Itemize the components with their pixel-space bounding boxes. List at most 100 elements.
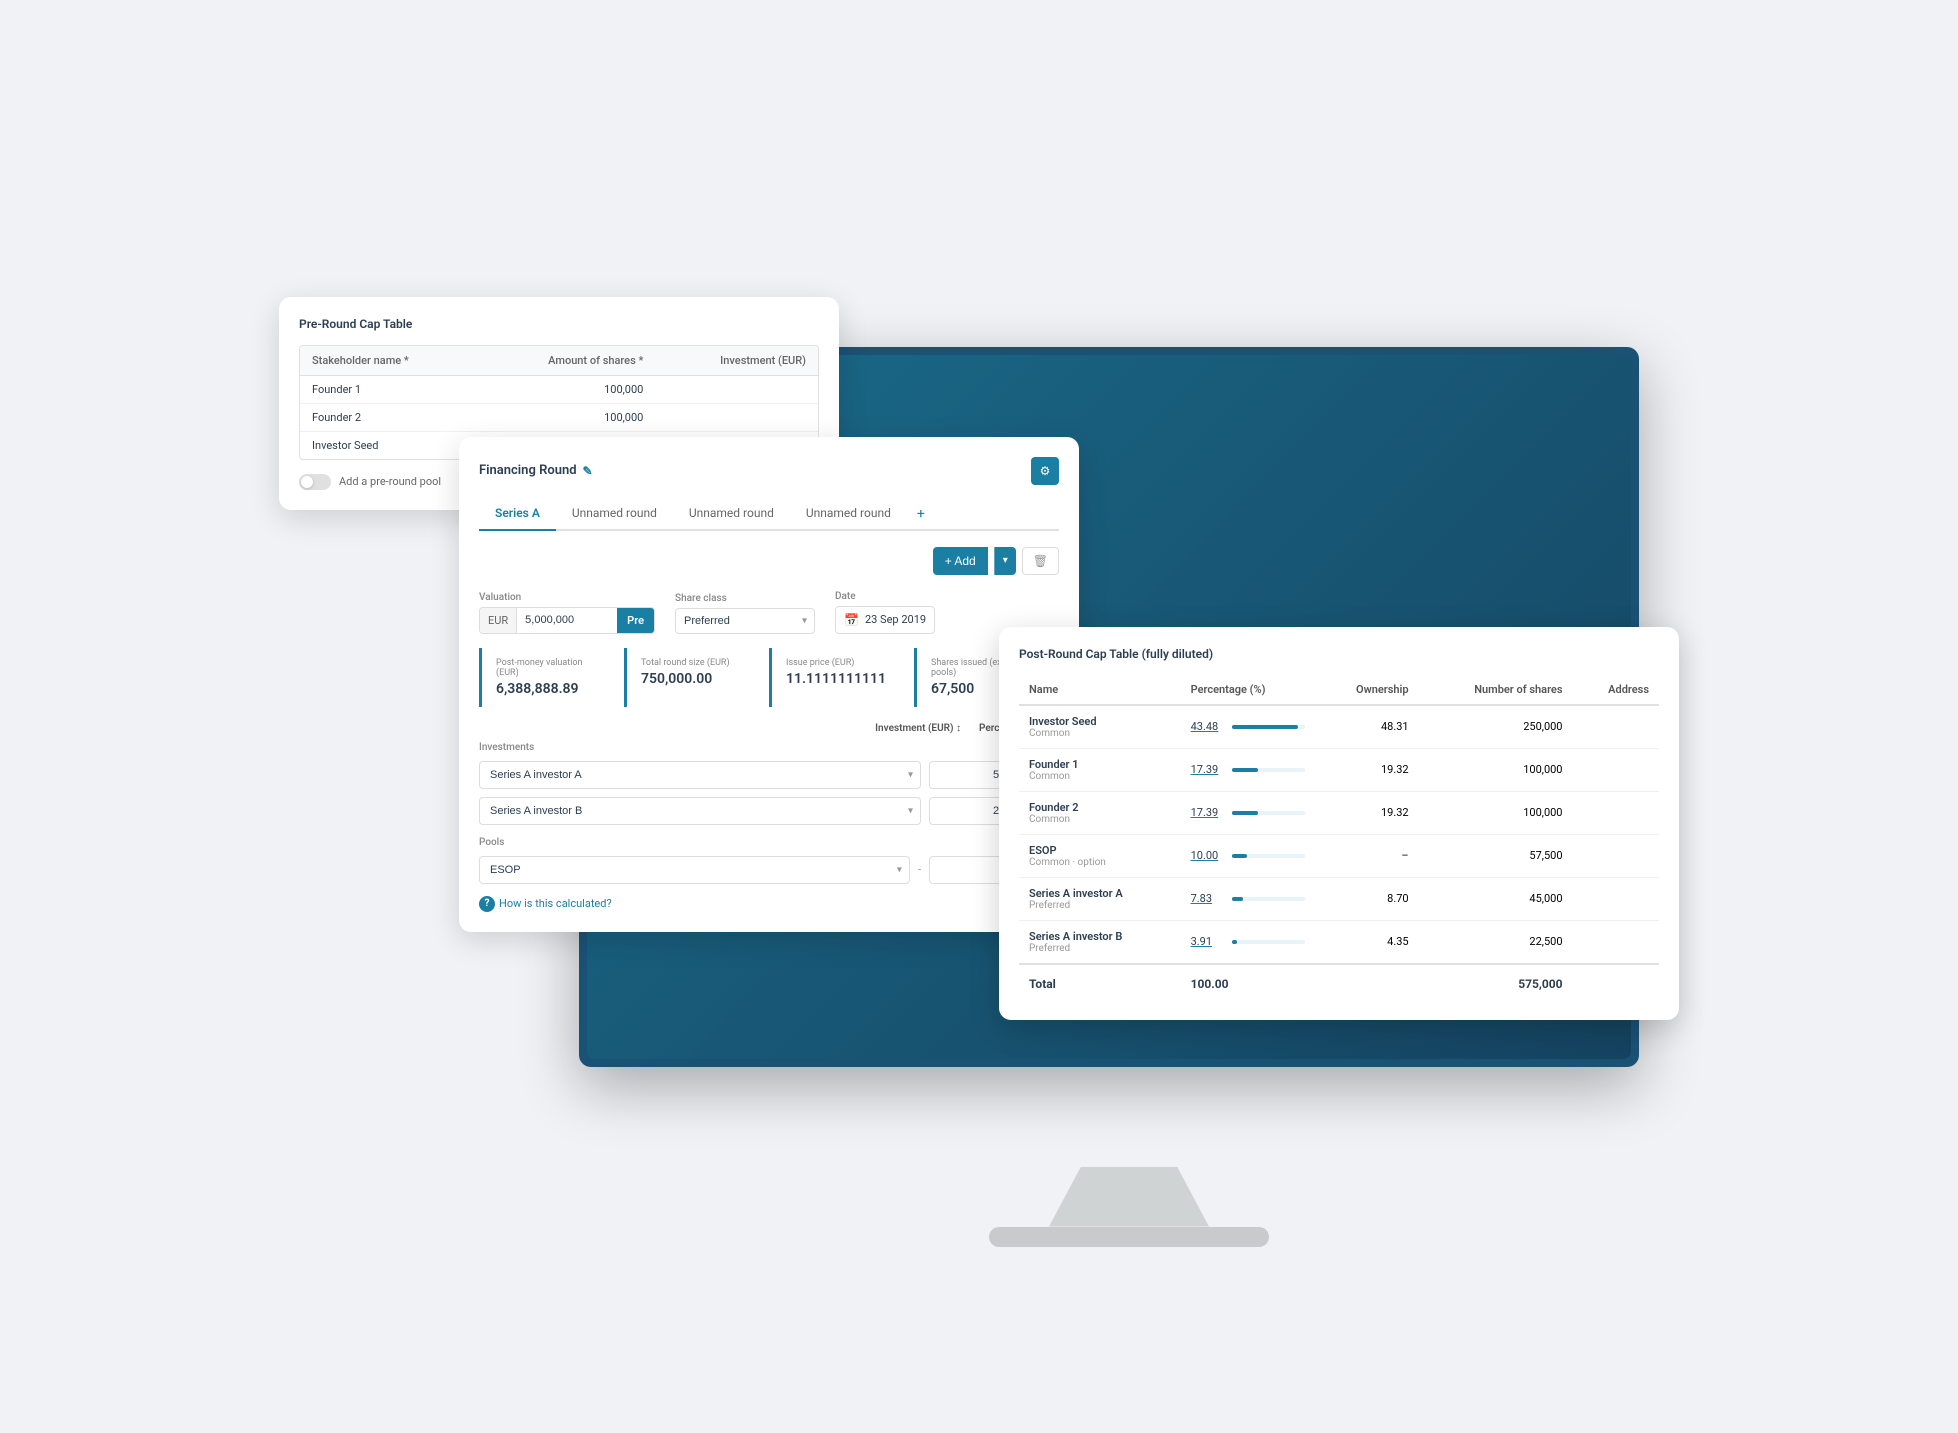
pre-round-row: Founder 2 100,000 bbox=[300, 403, 818, 431]
total-ownership bbox=[1315, 964, 1418, 1000]
total-percentage: 100.00 bbox=[1181, 964, 1316, 1000]
post-round-row: Founder 2 Common 17.39 19.32 100,000 bbox=[1019, 791, 1659, 834]
actions-row: + Add ▾ 🗑 bbox=[479, 547, 1059, 575]
post-shares: 57,500 bbox=[1419, 834, 1573, 877]
post-round-row: ESOP Common · option 10.00 – 57,500 bbox=[1019, 834, 1659, 877]
total-shares: 575,000 bbox=[1419, 964, 1573, 1000]
total-label: Total bbox=[1019, 964, 1181, 1000]
share-class-select-wrapper: Preferred Common bbox=[675, 608, 815, 634]
post-address bbox=[1573, 834, 1660, 877]
pre-round-investment bbox=[655, 375, 818, 403]
investor-row: Series A investor B bbox=[479, 797, 1059, 825]
valuation-group: Valuation EUR Pre bbox=[479, 592, 655, 634]
pre-round-toggle[interactable] bbox=[299, 474, 331, 490]
tab-add-button[interactable]: + bbox=[907, 499, 935, 529]
post-round-row: Series A investor B Preferred 3.91 4.35 … bbox=[1019, 920, 1659, 964]
tab-series-a[interactable]: Series A bbox=[479, 499, 556, 531]
table-col-headers: Investment (EUR) ↕ Perce... bbox=[479, 723, 1059, 734]
pre-round-title: Pre-Round Cap Table bbox=[299, 317, 819, 331]
post-th-name: Name bbox=[1019, 675, 1181, 705]
th-amount-shares: Amount of shares * bbox=[479, 346, 655, 376]
pre-round-stakeholder: Investor Seed bbox=[300, 431, 479, 459]
pre-round-toggle-label: Add a pre-round pool bbox=[339, 475, 441, 488]
post-ownership: 4.35 bbox=[1315, 920, 1418, 964]
stat-label: Issue price (EUR) bbox=[786, 658, 890, 668]
post-percentage: 43.48 bbox=[1181, 705, 1316, 749]
gear-button[interactable]: ⚙ bbox=[1031, 457, 1059, 485]
investor-row: Series A investor A bbox=[479, 761, 1059, 789]
investments-section: Investments Series A investor A Series A… bbox=[479, 742, 1059, 825]
post-percentage: 17.39 bbox=[1181, 791, 1316, 834]
pool-select[interactable]: ESOP bbox=[479, 856, 910, 884]
post-round-card: Post-Round Cap Table (fully diluted) Nam… bbox=[999, 627, 1679, 1020]
date-value: 23 Sep 2019 bbox=[865, 613, 926, 626]
th-investment: Investment (EUR) bbox=[655, 346, 818, 376]
pool-row: ESOP - bbox=[479, 856, 1059, 884]
financing-title: Financing Round ✎ bbox=[479, 463, 593, 478]
post-ownership: 19.32 bbox=[1315, 748, 1418, 791]
post-percentage: 17.39 bbox=[1181, 748, 1316, 791]
pre-round-shares: 100,000 bbox=[479, 403, 655, 431]
post-shares: 100,000 bbox=[1419, 791, 1573, 834]
tab-unnamed-2[interactable]: Unnamed round bbox=[673, 499, 790, 531]
stat-item: Total round size (EUR) 750,000.00 bbox=[624, 648, 759, 707]
add-button[interactable]: + Add bbox=[933, 547, 988, 575]
scene: Pre-Round Cap Table Stakeholder name * A… bbox=[279, 267, 1679, 1167]
post-ownership: – bbox=[1315, 834, 1418, 877]
pool-select-wrapper: ESOP bbox=[479, 856, 910, 884]
edit-icon[interactable]: ✎ bbox=[583, 464, 593, 478]
post-total-row: Total 100.00 575,000 bbox=[1019, 964, 1659, 1000]
pre-round-stakeholder: Founder 1 bbox=[300, 375, 479, 403]
post-address bbox=[1573, 705, 1660, 749]
investor-select[interactable]: Series A investor B bbox=[479, 797, 921, 825]
post-stakeholder-name: ESOP Common · option bbox=[1019, 834, 1181, 877]
tab-unnamed-3[interactable]: Unnamed round bbox=[790, 499, 907, 531]
pools-label: Pools bbox=[479, 837, 1059, 848]
post-percentage: 7.83 bbox=[1181, 877, 1316, 920]
date-input[interactable]: 📅 23 Sep 2019 bbox=[835, 606, 935, 634]
post-round-row: Founder 1 Common 17.39 19.32 100,000 bbox=[1019, 748, 1659, 791]
tab-unnamed-1[interactable]: Unnamed round bbox=[556, 499, 673, 531]
pool-dash: - bbox=[918, 863, 921, 876]
pools-section: Pools ESOP - bbox=[479, 837, 1059, 884]
date-label: Date bbox=[835, 591, 935, 602]
stat-value: 11.1111111111 bbox=[786, 671, 890, 687]
stat-label: Post-money valuation (EUR) bbox=[496, 658, 600, 678]
post-stakeholder-name: Investor Seed Common bbox=[1019, 705, 1181, 749]
calc-link[interactable]: ? How is this calculated? bbox=[479, 896, 1059, 912]
share-class-label: Share class bbox=[675, 593, 815, 604]
post-address bbox=[1573, 791, 1660, 834]
total-address bbox=[1573, 964, 1660, 1000]
calc-icon: ? bbox=[479, 896, 495, 912]
valuation-input-group: EUR Pre bbox=[479, 607, 655, 634]
share-class-select[interactable]: Preferred Common bbox=[675, 608, 815, 634]
pre-badge: Pre bbox=[617, 608, 654, 633]
post-ownership: 8.70 bbox=[1315, 877, 1418, 920]
valuation-input[interactable] bbox=[517, 608, 617, 632]
monitor-base bbox=[989, 1227, 1269, 1247]
stats-row: Post-money valuation (EUR) 6,388,888.89 … bbox=[479, 648, 1059, 707]
pre-round-shares: 100,000 bbox=[479, 375, 655, 403]
post-address bbox=[1573, 877, 1660, 920]
post-round-row: Investor Seed Common 43.48 48.31 250,000 bbox=[1019, 705, 1659, 749]
monitor-stand bbox=[1049, 1167, 1209, 1227]
post-th-percentage: Percentage (%) bbox=[1181, 675, 1316, 705]
currency-prefix: EUR bbox=[480, 608, 517, 633]
stat-value: 6,388,888.89 bbox=[496, 681, 600, 697]
investor-select[interactable]: Series A investor A bbox=[479, 761, 921, 789]
add-chevron-button[interactable]: ▾ bbox=[994, 547, 1016, 575]
investors-list: Series A investor A Series A investor B bbox=[479, 761, 1059, 825]
delete-button[interactable]: 🗑 bbox=[1022, 547, 1059, 575]
post-shares: 250,000 bbox=[1419, 705, 1573, 749]
post-stakeholder-name: Series A investor A Preferred bbox=[1019, 877, 1181, 920]
financing-header: Financing Round ✎ ⚙ bbox=[479, 457, 1059, 485]
calendar-icon: 📅 bbox=[844, 613, 859, 627]
investor-select-wrapper: Series A investor A bbox=[479, 761, 921, 789]
post-stakeholder-name: Series A investor B Preferred bbox=[1019, 920, 1181, 964]
post-round-table: Name Percentage (%) Ownership Number of … bbox=[1019, 675, 1659, 1000]
share-class-group: Share class Preferred Common bbox=[675, 593, 815, 634]
investor-select-wrapper: Series A investor B bbox=[479, 797, 921, 825]
post-th-address: Address bbox=[1573, 675, 1660, 705]
post-ownership: 19.32 bbox=[1315, 791, 1418, 834]
post-stakeholder-name: Founder 2 Common bbox=[1019, 791, 1181, 834]
